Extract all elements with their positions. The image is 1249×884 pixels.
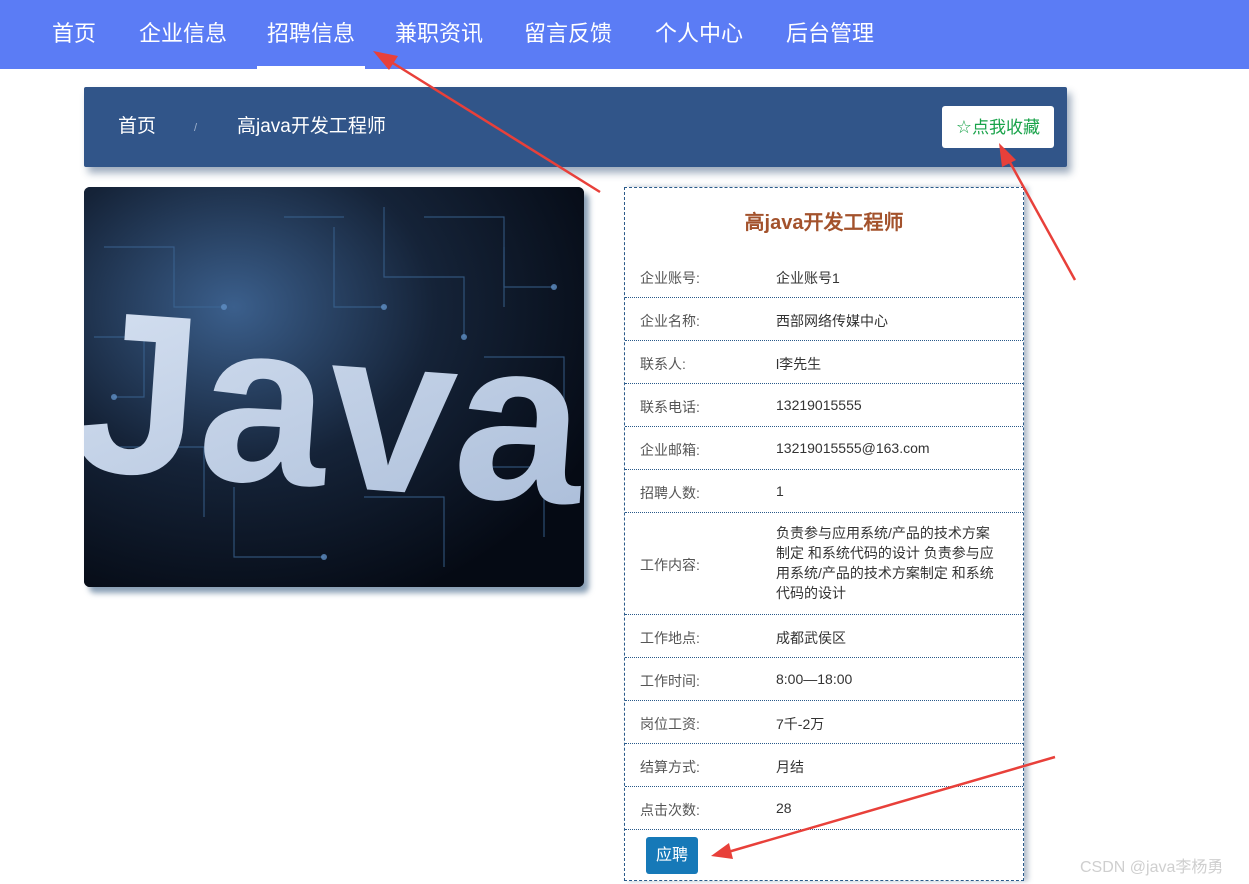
- apply-button[interactable]: 应聘: [646, 837, 698, 874]
- detail-label: 工作地点:: [640, 630, 700, 646]
- detail-label: 招聘人数:: [640, 485, 700, 501]
- star-outline-icon: ☆: [955, 117, 973, 137]
- detail-value: l李先生: [776, 356, 822, 372]
- detail-value: 13219015555@163.com: [776, 440, 930, 456]
- job-detail-panel: 高java开发工程师 企业账号: 企业账号1 企业名称: 西部网络传媒中心 联系…: [624, 187, 1024, 881]
- detail-label: 工作时间:: [640, 673, 700, 689]
- detail-row-salary: 岗位工资: 7千-2万: [625, 701, 1023, 744]
- favorite-button-label: 点我收藏: [972, 118, 1041, 137]
- nav-item-part-time-news[interactable]: 兼职资讯: [395, 0, 483, 69]
- nav-item-feedback[interactable]: 留言反馈: [524, 0, 612, 69]
- detail-value: 28: [776, 800, 792, 816]
- detail-value: 7千-2万: [776, 716, 825, 732]
- detail-value: 月结: [776, 759, 804, 775]
- java-artwork-text: Java: [84, 261, 584, 553]
- job-image: Java: [84, 187, 584, 587]
- detail-row-contact: 联系人: l李先生: [625, 341, 1023, 384]
- breadcrumb-separator: /: [194, 122, 198, 134]
- detail-row-company-account: 企业账号: 企业账号1: [625, 255, 1023, 298]
- detail-label: 结算方式:: [640, 759, 700, 775]
- top-navigation-bar: 首页 企业信息 招聘信息 兼职资讯 留言反馈 个人中心 后台管理: [0, 0, 1249, 69]
- detail-value: 企业账号1: [776, 270, 840, 286]
- breadcrumb-home-link[interactable]: 首页: [118, 87, 156, 167]
- breadcrumb-current: 高java开发工程师: [237, 116, 386, 137]
- detail-row-email: 企业邮箱: 13219015555@163.com: [625, 427, 1023, 470]
- detail-value: 成都武侯区: [776, 630, 846, 646]
- detail-label: 企业邮箱:: [640, 442, 700, 458]
- detail-label: 企业名称:: [640, 313, 700, 329]
- detail-label: 岗位工资:: [640, 716, 700, 732]
- detail-row-job-content: 工作内容: 负责参与应用系统/产品的技术方案制定 和系统代码的设计 负责参与应用…: [625, 513, 1023, 615]
- nav-item-admin[interactable]: 后台管理: [786, 0, 874, 69]
- nav-item-personal-center[interactable]: 个人中心: [655, 0, 743, 69]
- detail-row-company-name: 企业名称: 西部网络传媒中心: [625, 298, 1023, 341]
- detail-row-headcount: 招聘人数: 1: [625, 470, 1023, 513]
- nav-item-company-info[interactable]: 企业信息: [139, 0, 227, 69]
- detail-value: 13219015555: [776, 397, 862, 413]
- detail-row-click-count: 点击次数: 28: [625, 787, 1023, 830]
- detail-row-location: 工作地点: 成都武侯区: [625, 615, 1023, 658]
- detail-value: 8:00—18:00: [776, 671, 853, 687]
- job-title: 高java开发工程师: [744, 212, 904, 234]
- watermark: CSDN @java李杨勇: [1080, 859, 1224, 876]
- detail-label: 工作内容:: [640, 557, 700, 573]
- detail-label: 联系电话:: [640, 399, 700, 415]
- nav-item-home[interactable]: 首页: [52, 0, 96, 69]
- breadcrumb: 首页 / 高java开发工程师 ☆点我收藏: [84, 87, 1067, 167]
- nav-item-recruitment-info[interactable]: 招聘信息: [256, 0, 366, 69]
- detail-row-work-hours: 工作时间: 8:00—18:00: [625, 658, 1023, 701]
- detail-row-phone: 联系电话: 13219015555: [625, 384, 1023, 427]
- detail-row-settlement: 结算方式: 月结: [625, 744, 1023, 787]
- detail-label: 联系人:: [640, 356, 686, 372]
- detail-label: 点击次数:: [640, 802, 700, 818]
- favorite-button[interactable]: ☆点我收藏: [942, 106, 1054, 148]
- java-artwork: Java: [84, 187, 584, 587]
- detail-label: 企业账号:: [640, 270, 700, 286]
- detail-value: 西部网络传媒中心: [776, 313, 888, 329]
- detail-value: 1: [776, 483, 784, 499]
- detail-value: 负责参与应用系统/产品的技术方案制定 和系统代码的设计 负责参与应用系统/产品的…: [776, 525, 994, 601]
